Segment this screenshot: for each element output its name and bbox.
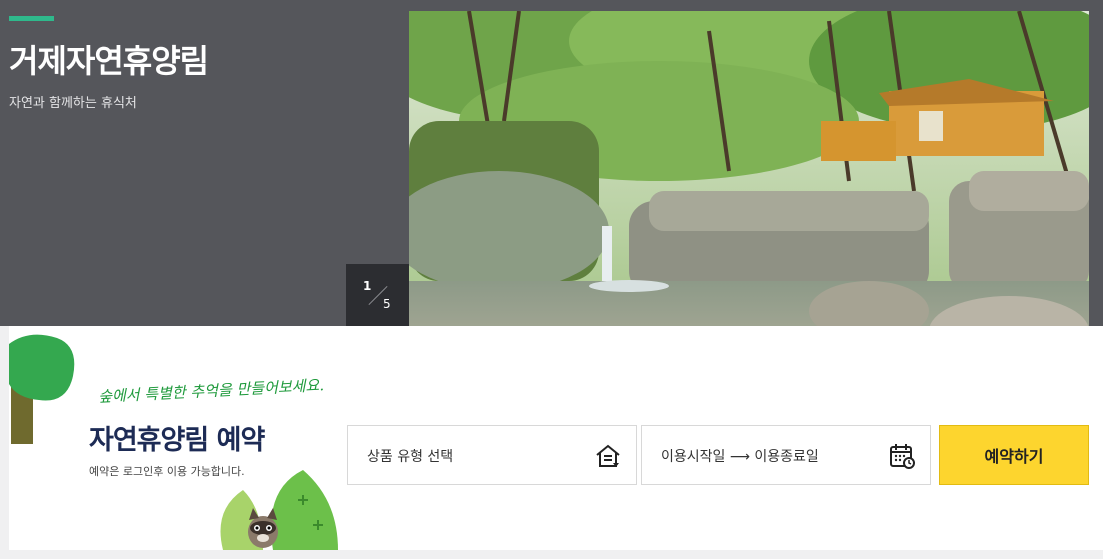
title-accent-bar	[9, 16, 54, 21]
reservation-title: 자연휴양림 예약	[89, 418, 266, 457]
slide-counter: 1 5	[346, 264, 409, 327]
date-range-arrow: ⟶	[729, 449, 750, 465]
product-type-select[interactable]: 상품 유형 선택	[347, 425, 637, 485]
date-start-label: 이용시작일	[661, 449, 726, 465]
house-list-icon	[596, 444, 620, 467]
reservation-title-highlight: 예약	[216, 425, 266, 456]
page-title: 거제자연휴양림	[9, 42, 209, 80]
slide-current: 1	[363, 279, 372, 293]
raccoon-mascot-icon	[248, 508, 278, 548]
date-end-label: 이용종료일	[754, 449, 819, 465]
slide-total: 5	[383, 297, 391, 311]
tree-illustration-left	[9, 334, 75, 444]
product-type-label: 상품 유형 선택	[367, 449, 454, 465]
reserve-button[interactable]: 예약하기	[939, 425, 1089, 485]
reservation-title-main: 자연휴양림	[89, 425, 209, 456]
date-range-field[interactable]: 이용시작일 ⟶ 이용종료일	[641, 425, 931, 485]
page-subtitle: 자연과 함께하는 휴식처	[9, 96, 137, 111]
calendar-clock-icon	[890, 444, 915, 469]
reservation-login-note: 예약은 로그인후 이용 가능합니다.	[89, 465, 245, 478]
date-range-label: 이용시작일 ⟶ 이용종료일	[661, 446, 819, 466]
